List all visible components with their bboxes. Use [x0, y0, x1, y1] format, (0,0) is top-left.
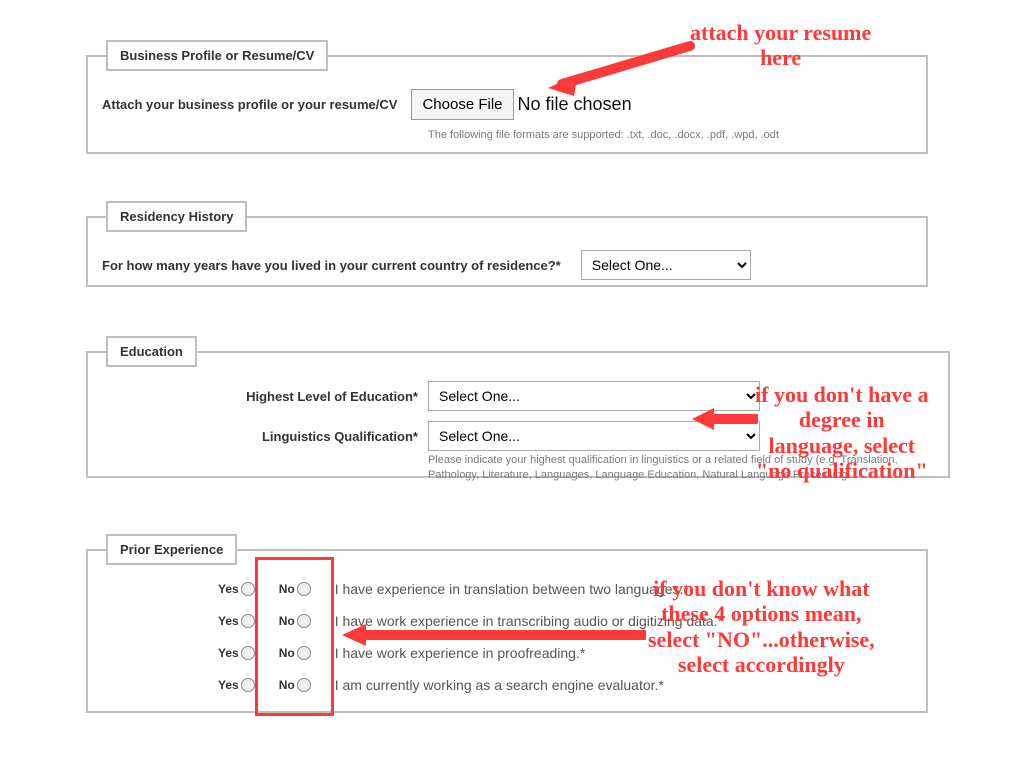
fieldset-residency: Residency History For how many years hav…: [86, 201, 928, 287]
label-yes-3: Yes: [218, 646, 239, 660]
label-attach-resume: Attach your business profile or your res…: [102, 97, 397, 112]
label-yes-2: Yes: [218, 614, 239, 628]
select-linguistics-qualification[interactable]: Select One...: [428, 421, 760, 451]
label-yes-4: Yes: [218, 678, 239, 692]
annotation-no-qualification: if you don't have a degree in language, …: [755, 382, 929, 483]
label-no-4: No: [279, 678, 295, 692]
annotation-attach-resume: attach your resume here: [690, 20, 871, 71]
question-1: I have experience in translation between…: [335, 581, 689, 597]
radio-q2-no[interactable]: [297, 614, 311, 628]
legend-business-profile: Business Profile or Resume/CV: [106, 40, 328, 71]
label-yes-1: Yes: [218, 582, 239, 596]
radio-q1-no[interactable]: [297, 582, 311, 596]
radio-q3-no[interactable]: [297, 646, 311, 660]
radio-q2-yes[interactable]: [241, 614, 255, 628]
label-no-1: No: [279, 582, 295, 596]
label-highest-education: Highest Level of Education*: [88, 389, 428, 404]
radio-q4-no[interactable]: [297, 678, 311, 692]
legend-prior-experience: Prior Experience: [106, 534, 237, 565]
radio-q3-yes[interactable]: [241, 646, 255, 660]
radio-q4-yes[interactable]: [241, 678, 255, 692]
label-no-3: No: [279, 646, 295, 660]
label-no-2: No: [279, 614, 295, 628]
radio-q1-yes[interactable]: [241, 582, 255, 596]
select-residency-years[interactable]: Select One...: [581, 250, 751, 280]
legend-education: Education: [106, 336, 197, 367]
legend-residency: Residency History: [106, 201, 247, 232]
no-file-chosen-text: No file chosen: [518, 94, 632, 115]
label-linguistics-qualification: Linguistics Qualification*: [88, 429, 428, 444]
select-highest-education[interactable]: Select One...: [428, 381, 760, 411]
annotation-select-no: if you don't know what these 4 options m…: [648, 576, 875, 677]
question-4: I am currently working as a search engin…: [335, 677, 664, 693]
choose-file-button[interactable]: Choose File: [411, 89, 513, 120]
question-3: I have work experience in proofreading.*: [335, 645, 586, 661]
supported-formats-hint: The following file formats are supported…: [88, 120, 926, 143]
label-residency-years: For how many years have you lived in you…: [102, 258, 561, 273]
